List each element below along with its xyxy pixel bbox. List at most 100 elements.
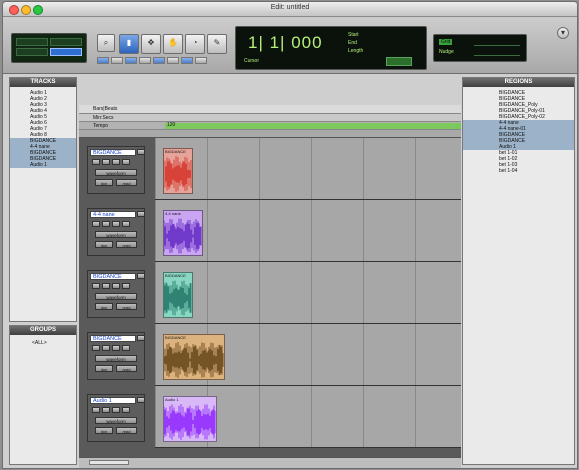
track-name[interactable]: BIGDANCE xyxy=(90,335,136,342)
track-dyn-button[interactable]: dyn xyxy=(95,427,113,434)
audio-region[interactable]: BIGDANCE xyxy=(163,148,193,194)
title-bar[interactable]: Edit: untitled xyxy=(3,2,577,17)
bars-beats-ruler[interactable] xyxy=(79,105,461,114)
record-arm-button[interactable] xyxy=(92,159,100,165)
track-lane[interactable]: 4-4 nane xyxy=(155,200,461,262)
track-dyn-button[interactable]: dyn xyxy=(95,179,113,186)
zoom-preset-3[interactable] xyxy=(125,57,137,64)
edit-mode-selector[interactable] xyxy=(11,33,87,63)
track-header[interactable]: Audio 1 waveform dyn read xyxy=(87,394,145,442)
track-dyn-button[interactable]: dyn xyxy=(95,241,113,248)
region-name: Audio 1 xyxy=(165,397,179,402)
audio-region[interactable]: BIGDANCE xyxy=(163,334,225,380)
track-lane[interactable]: BIGDANCE xyxy=(155,262,461,324)
solo-button[interactable] xyxy=(112,407,120,413)
track-lane[interactable]: BIGDANCE xyxy=(155,324,461,386)
track-automation-mode[interactable]: read xyxy=(116,365,137,372)
window-title: Edit: untitled xyxy=(270,4,310,11)
scroll-thumb[interactable] xyxy=(89,460,129,465)
grid-nudge-display[interactable]: Grid Nudge xyxy=(433,34,527,62)
track-menu-icon[interactable] xyxy=(137,397,145,403)
timeline-ruler[interactable]: Bars|Beats Min:Secs Tempo 120 xyxy=(79,105,461,138)
solo-button[interactable] xyxy=(112,221,120,227)
track-header[interactable]: BIGDANCE waveform dyn read xyxy=(87,332,145,380)
grid-mode-button[interactable] xyxy=(50,48,82,56)
track-automation-mode[interactable]: read xyxy=(116,241,137,248)
mute-button[interactable] xyxy=(122,221,130,227)
input-monitor-button[interactable] xyxy=(102,283,110,289)
nudge-value[interactable] xyxy=(474,49,520,56)
min-secs-ruler[interactable] xyxy=(79,114,461,122)
track-dyn-button[interactable]: dyn xyxy=(95,303,113,310)
track-automation-mode[interactable]: read xyxy=(116,427,137,434)
zoom-preset-1[interactable] xyxy=(97,57,109,64)
track-menu-icon[interactable] xyxy=(137,149,145,155)
grid-value[interactable] xyxy=(474,39,520,46)
spot-mode-button[interactable] xyxy=(50,38,82,46)
track-header[interactable]: 4-4 nane waveform dyn read xyxy=(87,208,145,256)
zoom-preset-5[interactable] xyxy=(153,57,165,64)
track-automation-mode[interactable]: read xyxy=(116,179,137,186)
track-list-item[interactable]: Audio 1 xyxy=(10,162,76,168)
mute-button[interactable] xyxy=(122,159,130,165)
lane-grid xyxy=(155,138,461,199)
zoom-preset-8[interactable] xyxy=(195,57,207,64)
region-list-item[interactable]: bet 1-04 xyxy=(463,168,574,174)
zoom-preset-7[interactable] xyxy=(181,57,193,64)
tempo-marker[interactable]: 120 xyxy=(167,122,175,128)
audio-region[interactable]: BIGDANCE xyxy=(163,272,193,318)
track-name[interactable]: BIGDANCE xyxy=(90,273,136,280)
solo-button[interactable] xyxy=(112,283,120,289)
waveform xyxy=(164,404,216,440)
track-automation-mode[interactable]: read xyxy=(116,303,137,310)
audio-region[interactable]: 4-4 nane xyxy=(163,210,203,256)
zoom-preset-6[interactable] xyxy=(167,57,179,64)
track-header[interactable]: BIGDANCE waveform dyn read xyxy=(87,270,145,318)
track-lane[interactable]: BIGDANCE xyxy=(155,138,461,200)
input-monitor-button[interactable] xyxy=(102,159,110,165)
solo-button[interactable] xyxy=(112,159,120,165)
zoom-preset-2[interactable] xyxy=(111,57,123,64)
audio-region[interactable]: Audio 1 xyxy=(163,396,217,442)
track-name[interactable]: 4-4 nane xyxy=(90,211,136,218)
track-header[interactable]: BIGDANCE waveform dyn read xyxy=(87,146,145,194)
record-arm-button[interactable] xyxy=(92,345,100,351)
track-lane[interactable]: Audio 1 xyxy=(155,386,461,448)
track-menu-icon[interactable] xyxy=(137,273,145,279)
track-view-selector[interactable]: waveform xyxy=(95,231,137,238)
zoom-preset-4[interactable] xyxy=(139,57,151,64)
mute-button[interactable] xyxy=(122,407,130,413)
zoom-icon[interactable]: ⌕ xyxy=(97,34,115,52)
record-arm-button[interactable] xyxy=(92,221,100,227)
scrub-tool-icon[interactable]: ◔ xyxy=(185,34,205,54)
trim-tool-icon[interactable]: ▮ xyxy=(119,34,139,54)
grabber-tool-icon[interactable]: ✋ xyxy=(163,34,183,54)
track-view-selector[interactable]: waveform xyxy=(95,355,137,362)
track-menu-icon[interactable] xyxy=(137,211,145,217)
input-monitor-button[interactable] xyxy=(102,221,110,227)
track-view-selector[interactable]: waveform xyxy=(95,293,137,300)
mute-button[interactable] xyxy=(122,345,130,351)
track-view-selector[interactable]: waveform xyxy=(95,417,137,424)
toolbar-toggle-icon[interactable]: ▾ xyxy=(557,27,569,39)
record-arm-button[interactable] xyxy=(92,407,100,413)
track-view-selector[interactable]: waveform xyxy=(95,169,137,176)
input-monitor-button[interactable] xyxy=(102,407,110,413)
selector-tool-icon[interactable]: ✥ xyxy=(141,34,161,54)
track-name[interactable]: BIGDANCE xyxy=(90,149,136,156)
slip-mode-button[interactable] xyxy=(16,48,48,56)
track-menu-icon[interactable] xyxy=(137,335,145,341)
waveform xyxy=(164,218,202,254)
pencil-tool-icon[interactable]: ✎ xyxy=(207,34,227,54)
track-dyn-button[interactable]: dyn xyxy=(95,365,113,372)
input-monitor-button[interactable] xyxy=(102,345,110,351)
bars-beats-label: Bars|Beats xyxy=(93,106,118,112)
counter-display[interactable]: 1| 1| 000 Start End Length Cursor xyxy=(235,26,427,70)
shuffle-mode-button[interactable] xyxy=(16,38,48,46)
track-name[interactable]: Audio 1 xyxy=(90,397,136,404)
mute-button[interactable] xyxy=(122,283,130,289)
record-arm-button[interactable] xyxy=(92,283,100,289)
solo-button[interactable] xyxy=(112,345,120,351)
horizontal-scrollbar[interactable] xyxy=(79,457,461,468)
group-all[interactable]: <ALL> xyxy=(10,340,76,346)
